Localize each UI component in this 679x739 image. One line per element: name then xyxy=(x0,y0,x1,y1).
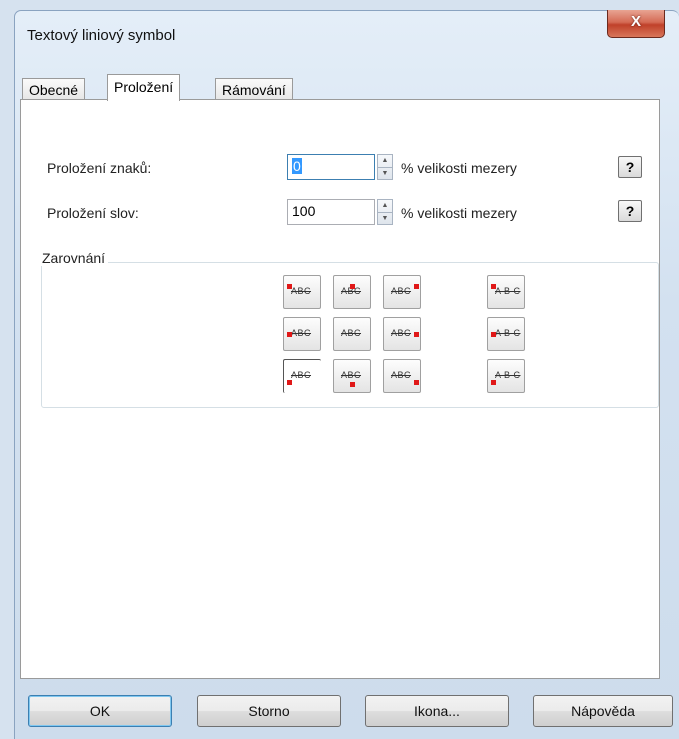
word-spacing-input[interactable]: 100 xyxy=(287,199,375,225)
spin-down-icon[interactable]: ▼ xyxy=(378,213,392,225)
anchor-icon xyxy=(287,332,292,337)
alignment-group-title: Zarovnání xyxy=(39,250,109,266)
icon-button[interactable]: Ikona... xyxy=(365,695,509,727)
cancel-button[interactable]: Storno xyxy=(197,695,341,727)
anchor-icon xyxy=(491,284,496,289)
ok-button[interactable]: OK xyxy=(28,695,172,727)
tab-general[interactable]: Obecné xyxy=(22,78,86,100)
align-top-center-button[interactable]: ABC xyxy=(333,275,371,309)
char-spacing-label: Proložení znaků: xyxy=(47,160,152,176)
close-icon: X xyxy=(630,13,641,30)
align-bottom-full-button[interactable]: A B C xyxy=(487,359,525,393)
align-middle-left-button[interactable]: ABC xyxy=(283,317,321,351)
anchor-icon xyxy=(414,380,419,385)
anchor-icon xyxy=(491,332,496,337)
align-top-left-button[interactable]: ABC xyxy=(283,275,321,309)
align-bottom-right-button[interactable]: ABC xyxy=(383,359,421,393)
align-middle-full-button[interactable]: A B C xyxy=(487,317,525,351)
word-spacing-label: Proložení slov: xyxy=(47,205,139,221)
spin-down-icon[interactable]: ▼ xyxy=(378,168,392,180)
anchor-icon xyxy=(350,284,355,289)
anchor-icon xyxy=(287,380,292,385)
align-bottom-left-button[interactable]: ABC xyxy=(283,359,321,393)
spin-up-icon[interactable]: ▲ xyxy=(378,155,392,168)
spin-up-icon[interactable]: ▲ xyxy=(378,200,392,213)
anchor-icon xyxy=(287,284,292,289)
char-spacing-input[interactable]: 0 xyxy=(287,154,375,180)
dialog-window: Textový liniový symbol X Obecné Proložen… xyxy=(14,10,679,739)
anchor-icon xyxy=(414,284,419,289)
tab-spacing[interactable]: Proložení xyxy=(107,74,181,101)
align-top-full-button[interactable]: A B C xyxy=(487,275,525,309)
word-spacing-spinner[interactable]: ▲ ▼ xyxy=(377,199,393,225)
align-middle-right-button[interactable]: ABC xyxy=(383,317,421,351)
word-spacing-unit: % velikosti mezery xyxy=(401,205,517,221)
anchor-icon xyxy=(491,380,496,385)
align-middle-center-button[interactable]: ABC xyxy=(333,317,371,351)
char-spacing-unit: % velikosti mezery xyxy=(401,160,517,176)
word-spacing-help-button[interactable]: ? xyxy=(618,200,642,222)
anchor-icon xyxy=(414,332,419,337)
tab-panel-spacing: Proložení znaků: 0 ▲ ▼ % velikosti mezery… xyxy=(20,99,660,679)
anchor-icon xyxy=(350,382,355,387)
tab-strip: Obecné Proložení Rámování xyxy=(20,74,660,101)
char-spacing-help-button[interactable]: ? xyxy=(618,156,642,178)
align-top-right-button[interactable]: ABC xyxy=(383,275,421,309)
close-button[interactable]: X xyxy=(607,10,665,38)
char-spacing-spinner[interactable]: ▲ ▼ xyxy=(377,154,393,180)
window-title: Textový liniový symbol xyxy=(27,27,176,44)
align-bottom-center-button[interactable]: ABC xyxy=(333,359,371,393)
tab-framing[interactable]: Rámování xyxy=(215,78,293,100)
help-button[interactable]: Nápověda xyxy=(533,695,673,727)
